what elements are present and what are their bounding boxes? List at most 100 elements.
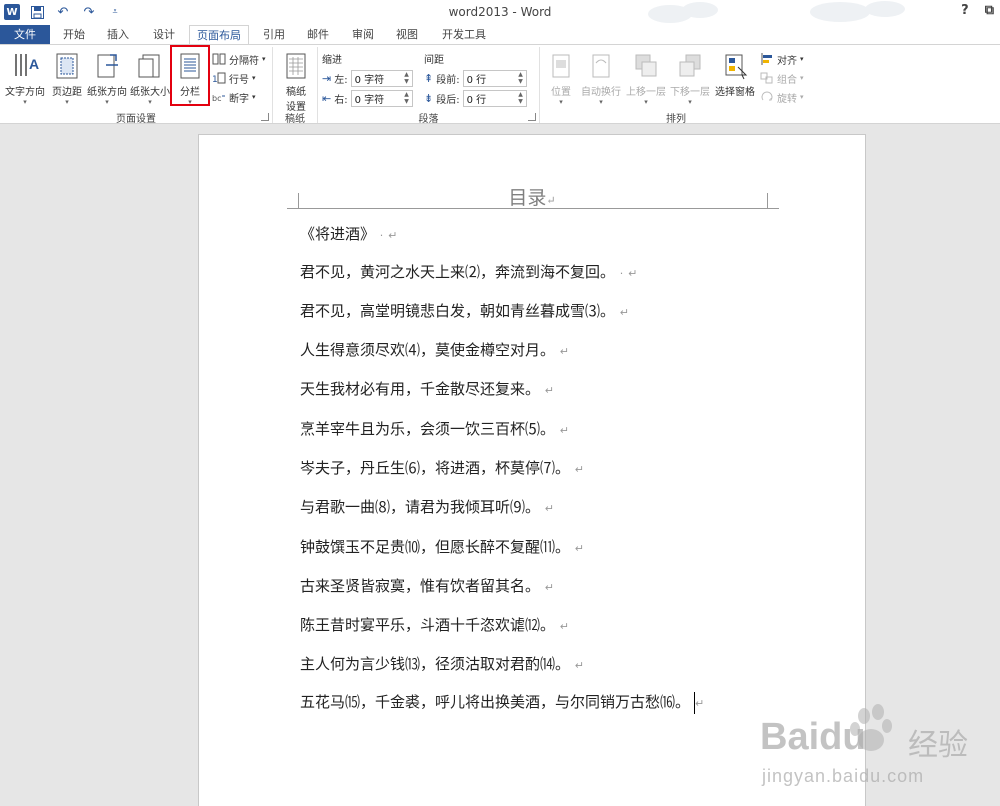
- indent-right: ⇤ 右: 0 字符 ▲ ▼: [322, 89, 413, 107]
- text-direction-icon: A: [10, 51, 40, 81]
- window-title: word2013 - Word: [448, 5, 552, 19]
- margins-icon: [52, 51, 82, 81]
- poem-line[interactable]: 人生得意须尽欢⑷，莫使金樽空对月。 ↵: [300, 339, 569, 360]
- poem-line[interactable]: 天生我材必有用，千金散尽还复来。 ↵: [300, 378, 554, 399]
- help-icon[interactable]: ?: [961, 3, 969, 18]
- breaks-button[interactable]: 分隔符 ▾: [212, 50, 266, 68]
- space-mark: ·: [379, 229, 384, 242]
- text-direction-label: 文字方向: [5, 87, 45, 98]
- poem-line-text: 天生我材必有用，千金散尽还复来。: [300, 380, 541, 398]
- spacing-after-value: 0 行: [466, 94, 487, 106]
- tab-page-layout[interactable]: 页面布局: [189, 25, 249, 45]
- send-backward-icon: [675, 51, 705, 81]
- tab-review[interactable]: 审阅: [345, 25, 381, 44]
- poem-line[interactable]: 五花马⒂，千金裘，呼儿将出换美酒，与尔同销万古愁⒃。 ↵: [300, 691, 704, 714]
- poem-line[interactable]: 君不见，黄河之水天上来⑵，奔流到海不复回。 · ↵: [300, 261, 637, 282]
- pilcrow-mark: ↵: [619, 306, 630, 319]
- poem-line-text: 岑夫子，丹丘生⑹，将进酒，杯莫停⑺。: [300, 459, 571, 477]
- paragraph-group-label: 段落: [418, 114, 439, 125]
- tab-home[interactable]: 开始: [56, 25, 92, 44]
- spacing-after-icon: ⇟: [424, 91, 434, 105]
- indent-left-input[interactable]: 0 字符 ▲ ▼: [350, 69, 413, 87]
- poem-line-text: 君不见，黄河之水天上来⑵，奔流到海不复回。: [300, 263, 616, 281]
- pilcrow-mark: ↵: [559, 424, 570, 437]
- paragraph-group: 缩进 间距 ⇥ 左: 0 字符 ▲ ▼ ⇤ 右: 0 字符 ▲ ▼ ⇞ 段前: 0 …: [318, 47, 540, 125]
- selection-pane-icon: [720, 51, 750, 81]
- indent-left: ⇥ 左: 0 字符 ▲ ▼: [322, 69, 413, 87]
- title-bar: W ↶ ↷ ⩡ word2013 - Word ? ⧉: [0, 0, 1000, 25]
- margins-button[interactable]: 页边距 ▾: [48, 49, 86, 107]
- poem-line[interactable]: 岑夫子，丹丘生⑹，将进酒，杯莫停⑺。 ↵: [300, 457, 584, 478]
- poem-line[interactable]: 钟鼓馔玉不足贵⑽，但愿长醉不复醒⑾。 ↵: [300, 536, 584, 557]
- spacing-before-value: 0 行: [466, 74, 487, 86]
- tab-mailings[interactable]: 邮件: [300, 25, 336, 44]
- spinner-arrows-icon[interactable]: ▲ ▼: [516, 91, 526, 106]
- tab-developer[interactable]: 开发工具: [436, 25, 492, 44]
- arrange-group: 位置 ▾ 自动换行 ▾ 上移一层 ▾ 下移一层 ▾ 选择窗格 对齐 ▾ 组合 ▾…: [540, 47, 812, 125]
- ribbon-tabs: 文件 开始 插入 设计 页面布局 引用 邮件 审阅 视图 开发工具: [0, 25, 1000, 45]
- tab-view[interactable]: 视图: [389, 25, 425, 44]
- manuscript-group-label: 稿纸: [285, 114, 305, 125]
- poem-line[interactable]: 《将进酒》 · ↵: [300, 223, 397, 244]
- poem-line-text: 《将进酒》: [300, 225, 376, 243]
- poem-line[interactable]: 与君歌一曲⑻，请君为我倾耳听⑼。 ↵: [300, 496, 554, 517]
- pilcrow-mark: ↵: [628, 267, 638, 280]
- selection-pane-button[interactable]: 选择窗格: [712, 49, 758, 107]
- send-backward-button[interactable]: 下移一层 ▾: [668, 49, 712, 107]
- hyphenation-button[interactable]: bc 断字 ▾: [212, 88, 256, 106]
- poem-line[interactable]: 烹羊宰牛且为乐，会须一饮三百杯⑸。 ↵: [300, 418, 569, 439]
- spinner-arrows-icon[interactable]: ▲ ▼: [516, 71, 526, 86]
- dropdown-arrow-icon: ▾: [599, 98, 603, 106]
- tab-references[interactable]: 引用: [256, 25, 292, 44]
- wrap-text-button[interactable]: 自动换行 ▾: [580, 49, 622, 107]
- bring-forward-button[interactable]: 上移一层 ▾: [624, 49, 668, 107]
- line-numbers-button[interactable]: 1 行号 ▾: [212, 69, 256, 87]
- pilcrow-mark: ↵: [559, 345, 570, 358]
- paragraph-launcher-icon[interactable]: [528, 113, 536, 121]
- spacing-before-icon: ⇞: [424, 71, 434, 85]
- rotate-icon: [760, 91, 774, 103]
- dropdown-arrow-icon: ▾: [688, 98, 692, 106]
- text-direction-button[interactable]: A 文字方向 ▾: [2, 49, 48, 107]
- pilcrow-mark: ↵: [574, 463, 585, 476]
- tab-design[interactable]: 设计: [146, 25, 182, 44]
- poem-line[interactable]: 陈王昔时宴平乐，斗酒十千恣欢谑⑿。 ↵: [300, 614, 569, 635]
- dropdown-arrow-icon: ▾: [65, 98, 69, 106]
- bring-forward-label: 上移一层: [626, 87, 666, 98]
- orientation-label: 纸张方向: [87, 87, 127, 98]
- wrap-text-icon: [586, 51, 616, 81]
- arrange-group-label: 排列: [666, 114, 686, 125]
- pilcrow-mark: ↵: [544, 502, 555, 515]
- tab-insert[interactable]: 插入: [100, 25, 136, 44]
- baidu-jingyan-watermark: Baidu 经验 jingyan.baidu.com: [760, 696, 990, 796]
- poem-line-text: 钟鼓馔玉不足贵⑽，但愿长醉不复醒⑾。: [300, 538, 571, 556]
- spinner-arrows-icon[interactable]: ▲ ▼: [402, 71, 412, 86]
- poem-line[interactable]: 古来圣贤皆寂寞，惟有饮者留其名。 ↵: [300, 575, 554, 596]
- page-setup-launcher-icon[interactable]: [261, 113, 269, 121]
- manuscript-settings-button[interactable]: 稿纸 设置: [275, 49, 317, 113]
- group-label: 组合: [777, 74, 797, 86]
- spinner-arrows-icon[interactable]: ▲ ▼: [402, 91, 412, 106]
- position-icon: [546, 51, 576, 81]
- align-button[interactable]: 对齐 ▾: [760, 50, 804, 68]
- poem-line[interactable]: 君不见，高堂明镜悲白发，朝如青丝暮成雪⑶。 ↵: [300, 300, 629, 321]
- spacing-after-input[interactable]: 0 行 ▲ ▼: [462, 89, 527, 107]
- dropdown-arrow-icon: ▾: [23, 98, 27, 106]
- poem-line[interactable]: 主人何为言少钱⒀，径须沽取对君酌⒁。 ↵: [300, 653, 584, 674]
- space-mark: ·: [619, 267, 624, 280]
- ribbon-display-options-icon[interactable]: ⧉: [985, 3, 994, 18]
- poem-line-text: 人生得意须尽欢⑷，莫使金樽空对月。: [300, 341, 556, 359]
- spacing-before-input[interactable]: 0 行 ▲ ▼: [462, 69, 527, 87]
- toc-heading-text: 目录: [508, 187, 547, 209]
- position-button[interactable]: 位置 ▾: [542, 49, 580, 107]
- indent-left-value: 0 字符: [354, 74, 385, 86]
- toc-heading[interactable]: 目录↵: [199, 183, 865, 210]
- size-label: 纸张大小: [130, 87, 170, 98]
- size-button[interactable]: 纸张大小 ▾: [128, 49, 172, 107]
- orientation-button[interactable]: 纸张方向 ▾: [86, 49, 128, 107]
- pilcrow-mark: ↵: [388, 229, 398, 242]
- group-objects-button[interactable]: 组合 ▾: [760, 69, 804, 87]
- rotate-button[interactable]: 旋转 ▾: [760, 88, 804, 106]
- tab-file[interactable]: 文件: [0, 25, 50, 44]
- indent-right-input[interactable]: 0 字符 ▲ ▼: [350, 89, 413, 107]
